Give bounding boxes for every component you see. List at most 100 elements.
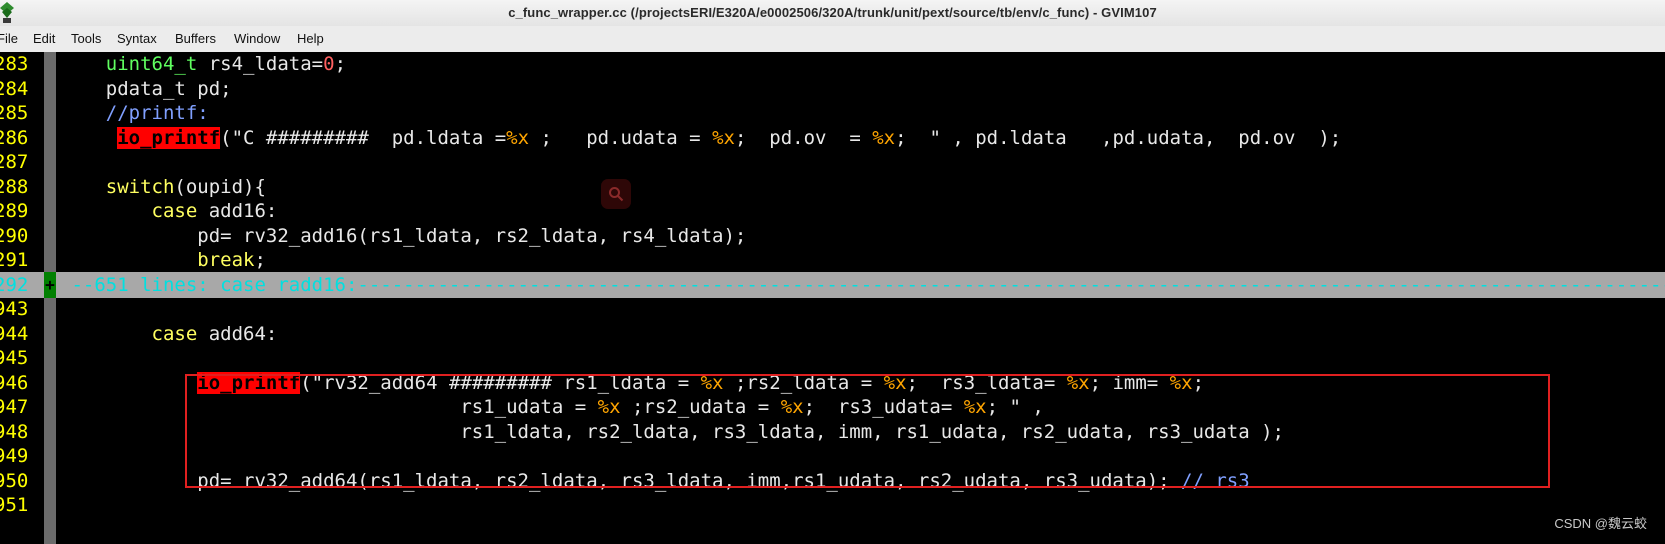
code-token: %x <box>597 396 621 418</box>
code-token: ; rs3_udata= <box>803 396 964 418</box>
code-token: //printf: <box>105 102 209 124</box>
title-bar[interactable]: c_func_wrapper.cc (/projectsERI/E320A/e0… <box>0 0 1665 27</box>
code-token: ;rs2_ldata = <box>723 371 884 394</box>
code-line[interactable]: 948 rs1_ldata, rs2_ldata, rs3_ldata, imm… <box>0 419 1665 445</box>
code-token: // rs3 <box>1181 469 1250 492</box>
code-line[interactable]: 950 pd= rv32_add64(rs1_ldata, rs2_ldata,… <box>0 468 1665 494</box>
code-line[interactable]: 285 //printf: <box>0 100 1665 126</box>
code-token: %x <box>883 371 907 394</box>
code-token: rs4_ldata= <box>197 53 324 75</box>
menu-edit[interactable]: Edit <box>33 31 55 46</box>
code-text: io_printf("rv32_add64 ######### rs1_ldat… <box>60 370 1204 396</box>
code-token: %x <box>780 396 804 418</box>
menu-syntax[interactable]: Syntax <box>117 31 157 46</box>
code-text: pdata_t pd; <box>60 76 232 102</box>
code-line[interactable]: 287 <box>0 149 1665 175</box>
code-line[interactable]: 949 <box>0 443 1665 469</box>
fold-marker-icon[interactable]: + <box>44 271 56 298</box>
code-text: case add16: <box>60 198 278 224</box>
gvim-window: c_func_wrapper.cc (/projectsERI/E320A/e0… <box>0 0 1665 544</box>
code-text: rs1_udata = %x ;rs2_udata = %x; rs3_udat… <box>60 394 1044 420</box>
code-token: pd= rv32_add64(rs1_ldata, rs2_ldata, rs3… <box>60 469 1182 492</box>
code-token: %x <box>700 371 724 394</box>
line-number: 292 <box>0 273 29 296</box>
line-number: 284 <box>0 77 29 100</box>
code-token: %x <box>712 126 735 149</box>
code-editor[interactable]: 283 uint64_t rs4_ldata=0;284 pdata_t pd;… <box>0 52 1665 544</box>
code-line[interactable]: 947 rs1_udata = %x ;rs2_udata = %x; rs3_… <box>0 394 1665 420</box>
line-number: 291 <box>0 249 29 271</box>
code-line[interactable]: 289 case add16: <box>0 198 1665 224</box>
menu-file[interactable]: File <box>0 31 18 46</box>
line-number: 946 <box>0 371 29 394</box>
code-text: switch(oupid){ <box>60 174 266 200</box>
code-token: ; <box>1192 371 1205 394</box>
menu-tools[interactable]: Tools <box>71 31 101 46</box>
code-token: ; pd.ov = <box>734 126 873 149</box>
code-line[interactable]: 944 case add64: <box>0 321 1665 347</box>
code-token: ; rs3_ldata= <box>906 371 1067 394</box>
fold-summary-text: --651 lines: case radd16:---------------… <box>60 272 1665 298</box>
line-number: 950 <box>0 469 29 492</box>
code-token: ("C ######### pd.ldata = <box>220 126 507 149</box>
code-token: ; " , pd.ldata ,pd.udata, pd.ov ); <box>895 126 1342 149</box>
menu-buffers[interactable]: Buffers <box>175 31 216 46</box>
code-token: pdata_t pd; <box>60 77 232 100</box>
code-token: rs1_ldata, rs2_ldata, rs3_ldata, imm, rs… <box>60 420 1284 443</box>
code-token: add64: <box>197 322 278 345</box>
code-token: %x <box>963 396 987 418</box>
code-token: rs1_udata = <box>60 396 598 418</box>
code-token: uint64_t <box>105 53 198 75</box>
line-number: 287 <box>0 151 29 173</box>
code-token: %x <box>872 126 896 149</box>
menu-bar: File Edit Tools Syntax Buffers Window He… <box>0 26 1665 53</box>
code-token: (oupid){ <box>174 175 266 198</box>
code-text: uint64_t rs4_ldata=0; <box>60 51 346 77</box>
code-text: pd= rv32_add64(rs1_ldata, rs2_ldata, rs3… <box>60 468 1250 494</box>
code-line[interactable]: 284 pdata_t pd; <box>0 76 1665 102</box>
code-line[interactable]: 290 pd= rv32_add16(rs1_ldata, rs2_ldata,… <box>0 223 1665 249</box>
line-number: 286 <box>0 126 29 149</box>
line-number: 944 <box>0 322 29 345</box>
watermark: CSDN @魏云蛟 <box>1554 516 1647 531</box>
floating-search-button[interactable] <box>601 179 631 209</box>
code-line[interactable]: 286 io_printf("C ######### pd.ldata =%x … <box>0 125 1665 151</box>
code-text: pd= rv32_add16(rs1_ldata, rs2_ldata, rs4… <box>60 223 746 249</box>
code-text: case add64: <box>60 321 278 347</box>
code-line[interactable]: 951 <box>0 492 1665 518</box>
window-title: c_func_wrapper.cc (/projectsERI/E320A/e0… <box>508 5 1157 20</box>
fold-line[interactable]: 292 + --651 lines: case radd16:----------… <box>0 271 1665 298</box>
code-token: ;rs2_udata = <box>620 396 781 418</box>
search-icon <box>609 187 624 202</box>
line-number: 943 <box>0 298 29 320</box>
code-line[interactable]: 943 <box>0 296 1665 322</box>
line-number: 951 <box>0 494 29 516</box>
line-number: 949 <box>0 445 29 467</box>
code-line[interactable]: 283 uint64_t rs4_ldata=0; <box>0 51 1665 77</box>
line-number: 947 <box>0 396 29 418</box>
code-token: 0 <box>323 53 335 75</box>
code-token: switch <box>105 175 175 198</box>
code-text: //printf: <box>60 100 209 126</box>
code-token: ; <box>334 53 347 75</box>
code-token: case <box>151 322 198 345</box>
code-line[interactable]: 946 io_printf("rv32_add64 ######### rs1_… <box>0 370 1665 396</box>
menu-window[interactable]: Window <box>234 31 280 46</box>
code-token: %x <box>1169 371 1193 394</box>
menu-help[interactable]: Help <box>297 31 324 46</box>
code-token: %x <box>506 126 530 149</box>
code-token: ; imm= <box>1089 371 1170 394</box>
line-number: 285 <box>0 102 29 124</box>
code-token: ; " , <box>986 396 1044 418</box>
code-text: io_printf("C ######### pd.ldata =%x ; pd… <box>60 125 1341 151</box>
code-line[interactable]: 945 <box>0 345 1665 371</box>
line-number: 290 <box>0 224 29 247</box>
code-line[interactable]: 288 switch(oupid){ <box>0 174 1665 200</box>
code-line[interactable]: 291 break; <box>0 247 1665 273</box>
code-text: break; <box>60 247 266 273</box>
line-number: 289 <box>0 200 29 222</box>
code-token: case <box>151 200 198 222</box>
